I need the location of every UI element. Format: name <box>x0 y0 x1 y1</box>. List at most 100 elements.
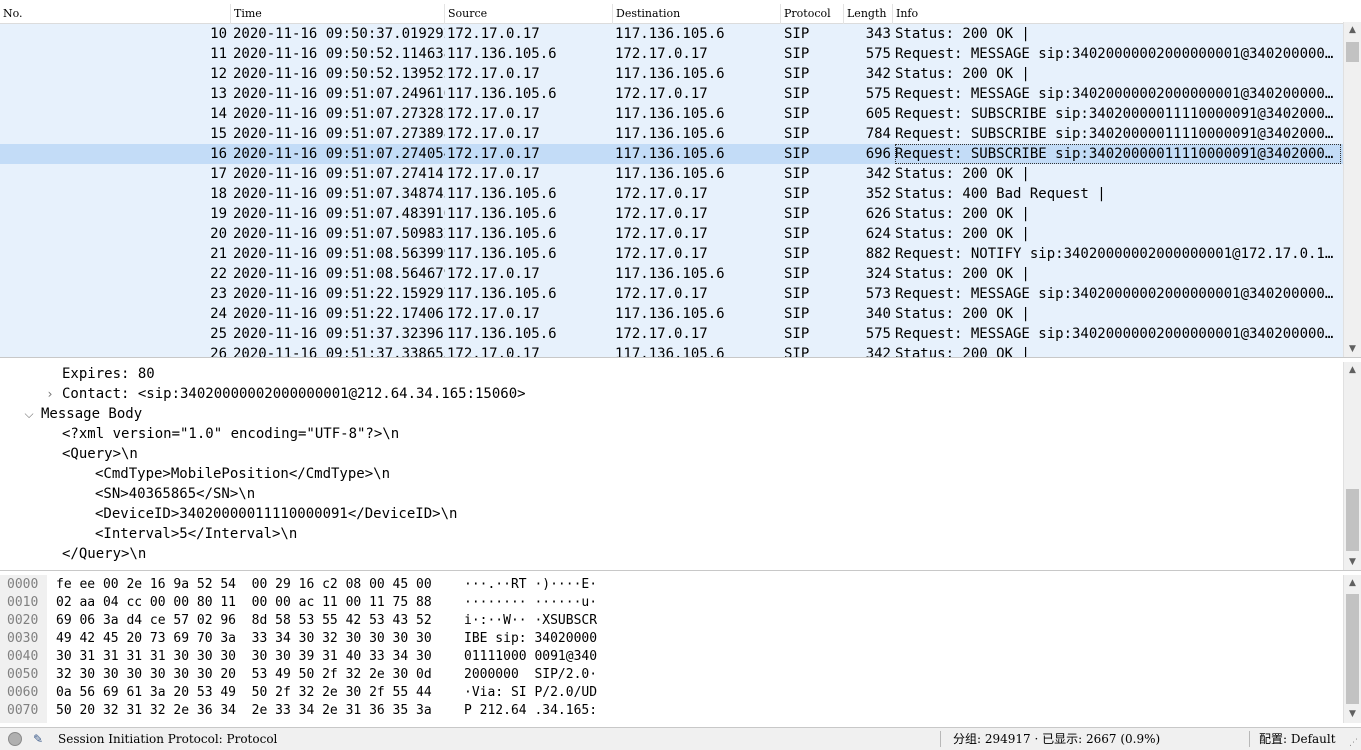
byte-offset[interactable]: 0060 <box>7 684 38 702</box>
scroll-down-arrow-icon[interactable]: ▼ <box>1344 554 1361 570</box>
packet-no: 21 <box>210 246 227 262</box>
bytes-scrollbar[interactable]: ▲ ▼ <box>1343 575 1361 723</box>
packet-time: 2020-11-16 09:51:37.323961 <box>233 326 445 342</box>
byte-hex[interactable]: 32 30 30 30 30 30 30 20 53 49 50 2f 32 2… <box>56 666 432 684</box>
packet-destination: 172.17.0.17 <box>615 46 708 62</box>
scroll-thumb[interactable] <box>1346 489 1359 551</box>
byte-hex[interactable]: 50 20 32 31 32 2e 36 34 2e 33 34 2e 31 3… <box>56 702 432 720</box>
table-row[interactable]: 21 2020-11-16 09:51:08.563999 117.136.105.… <box>0 244 1343 264</box>
table-row[interactable]: 19 2020-11-16 09:51:07.483910 117.136.105.… <box>0 204 1343 224</box>
scroll-thumb[interactable] <box>1346 42 1359 62</box>
byte-ascii[interactable]: 01111000 0091@340 <box>464 648 597 666</box>
table-row[interactable]: 13 2020-11-16 09:51:07.249610 117.136.105.… <box>0 84 1343 104</box>
table-row[interactable]: 26 2020-11-16 09:51:37.338655 172.17.0.17 1… <box>0 344 1343 358</box>
scroll-up-arrow-icon[interactable]: ▲ <box>1344 22 1361 39</box>
column-header-info[interactable]: Info <box>893 4 1343 24</box>
packet-destination: 172.17.0.17 <box>615 286 708 302</box>
packet-list-header: No. Time Source Destination Protocol Len… <box>0 4 1343 24</box>
packet-length: 575 <box>865 326 891 342</box>
byte-hex[interactable]: 69 06 3a d4 ce 57 02 96 8d 58 53 55 42 5… <box>56 612 432 630</box>
packet-info: Status: 200 OK | <box>895 346 1030 358</box>
byte-offset[interactable]: 0020 <box>7 612 38 630</box>
packet-info: Status: 200 OK | <box>895 266 1030 282</box>
byte-ascii[interactable]: P 212.64 .34.165: <box>464 702 597 720</box>
byte-hex[interactable]: 49 42 45 20 73 69 70 3a 33 34 30 32 30 3… <box>56 630 432 648</box>
scroll-thumb[interactable] <box>1346 594 1359 704</box>
scroll-down-arrow-icon[interactable]: ▼ <box>1344 706 1361 723</box>
byte-offset[interactable]: 0050 <box>7 666 38 684</box>
byte-hex[interactable]: 0a 56 69 61 3a 20 53 49 50 2f 32 2e 30 2… <box>56 684 432 702</box>
detail-tree-item[interactable]: </Query>\n <box>62 544 146 564</box>
byte-offset[interactable]: 0070 <box>7 702 38 720</box>
scroll-down-arrow-icon[interactable]: ▼ <box>1344 341 1361 357</box>
detail-tree-item[interactable]: <SN>40365865</SN>\n <box>95 484 255 504</box>
byte-ascii[interactable]: ·Via: SI P/2.0/UD <box>464 684 597 702</box>
column-header-protocol[interactable]: Protocol <box>781 4 844 24</box>
detail-tree-item[interactable]: Expires: 80 <box>62 364 155 384</box>
detail-tree-item[interactable]: <Interval>5</Interval>\n <box>95 524 297 544</box>
packet-source: 117.136.105.6 <box>447 246 557 262</box>
scroll-up-arrow-icon[interactable]: ▲ <box>1344 575 1361 592</box>
table-row[interactable]: 11 2020-11-16 09:50:52.114638 117.136.105.… <box>0 44 1343 64</box>
byte-hex[interactable]: 02 aa 04 cc 00 00 80 11 00 00 ac 11 00 1… <box>56 594 432 612</box>
packet-destination: 117.136.105.6 <box>615 266 725 282</box>
details-scrollbar[interactable]: ▲ ▼ <box>1343 362 1361 570</box>
packet-details-pane[interactable]: Expires: 80 › Contact: <sip:34020000002000… <box>0 362 1361 571</box>
table-row[interactable]: 14 2020-11-16 09:51:07.273282 172.17.0.17 1… <box>0 104 1343 124</box>
byte-offset[interactable]: 0010 <box>7 594 38 612</box>
chevron-right-icon[interactable]: › <box>44 384 56 404</box>
packet-destination: 117.136.105.6 <box>615 26 725 42</box>
table-row[interactable]: 24 2020-11-16 09:51:22.174061 172.17.0.17 1… <box>0 304 1343 324</box>
packet-protocol: SIP <box>784 166 810 182</box>
packet-list-scrollbar[interactable]: ▲ ▼ <box>1343 22 1361 357</box>
scroll-up-arrow-icon[interactable]: ▲ <box>1344 362 1361 379</box>
resize-grip-icon[interactable]: ⋰ <box>1349 738 1359 748</box>
detail-tree-item[interactable]: <Query>\n <box>62 444 138 464</box>
packet-info: Request: MESSAGE sip:3402000000200000000… <box>895 326 1341 342</box>
byte-ascii[interactable]: ···.··RT ·)····E· <box>464 576 597 594</box>
byte-ascii[interactable]: i·:··W·· ·XSUBSCR <box>464 612 597 630</box>
table-row[interactable]: 15 2020-11-16 09:51:07.273898 172.17.0.17 1… <box>0 124 1343 144</box>
packet-protocol: SIP <box>784 306 810 322</box>
detail-tree-item[interactable]: <CmdType>MobilePosition</CmdType>\n <box>95 464 390 484</box>
capture-comment-icon[interactable]: ✎ <box>30 731 46 747</box>
packet-info: Status: 200 OK | <box>895 66 1030 82</box>
table-row[interactable]: 20 2020-11-16 09:51:07.509832 117.136.105.… <box>0 224 1343 244</box>
table-row[interactable]: 10 2020-11-16 09:50:37.019292 172.17.0.17 1… <box>0 24 1343 44</box>
table-row-selected[interactable]: 16 2020-11-16 09:51:07.274054 172.17.0.17 1… <box>0 144 1343 164</box>
status-profile[interactable]: 配置: Default <box>1259 728 1336 750</box>
table-row[interactable]: 25 2020-11-16 09:51:37.323961 117.136.105.… <box>0 324 1343 344</box>
table-row[interactable]: 22 2020-11-16 09:51:08.564679 172.17.0.17 1… <box>0 264 1343 284</box>
detail-tree-item[interactable]: Message Body <box>41 404 142 424</box>
byte-offset[interactable]: 0030 <box>7 630 38 648</box>
status-protocol-text: Session Initiation Protocol: Protocol <box>58 732 278 746</box>
table-row[interactable]: 12 2020-11-16 09:50:52.139525 172.17.0.17 1… <box>0 64 1343 84</box>
expert-info-icon[interactable] <box>8 732 22 746</box>
column-header-destination[interactable]: Destination <box>613 4 781 24</box>
byte-row: 0040 30 31 31 31 31 30 30 30 30 30 39 31 … <box>0 648 1340 666</box>
table-row[interactable]: 23 2020-11-16 09:51:22.159297 117.136.105.… <box>0 284 1343 304</box>
detail-tree-item[interactable]: <DeviceID>34020000011110000091</DeviceID… <box>95 504 457 524</box>
column-header-length[interactable]: Length <box>844 4 893 24</box>
column-header-no[interactable]: No. <box>0 4 231 24</box>
byte-ascii[interactable]: 2000000 SIP/2.0· <box>464 666 597 684</box>
packet-time: 2020-11-16 09:51:07.273898 <box>233 126 445 142</box>
byte-hex[interactable]: 30 31 31 31 31 30 30 30 30 30 39 31 40 3… <box>56 648 432 666</box>
table-row[interactable]: 18 2020-11-16 09:51:07.348745 117.136.105.… <box>0 184 1343 204</box>
byte-row: 0010 02 aa 04 cc 00 00 80 11 00 00 ac 11 … <box>0 594 1340 612</box>
packet-bytes-pane[interactable]: 0000 fe ee 00 2e 16 9a 52 54 00 29 16 c2 … <box>0 575 1361 723</box>
packet-time: 2020-11-16 09:51:08.563999 <box>233 246 445 262</box>
packet-info: Request: SUBSCRIBE sip:34020000011110000… <box>895 126 1341 142</box>
chevron-down-icon[interactable]: ⌵ <box>23 404 35 424</box>
byte-hex[interactable]: fe ee 00 2e 16 9a 52 54 00 29 16 c2 08 0… <box>56 576 432 594</box>
byte-offset[interactable]: 0000 <box>7 576 38 594</box>
byte-offset[interactable]: 0040 <box>7 648 38 666</box>
byte-ascii[interactable]: ········ ······u· <box>464 594 597 612</box>
detail-tree-item[interactable]: Contact: <sip:34020000002000000001@212.6… <box>62 384 526 404</box>
column-header-source[interactable]: Source <box>445 4 613 24</box>
table-row[interactable]: 17 2020-11-16 09:51:07.274141 172.17.0.17 1… <box>0 164 1343 184</box>
byte-ascii[interactable]: IBE sip: 34020000 <box>464 630 597 648</box>
column-header-time[interactable]: Time <box>231 4 445 24</box>
detail-tree-item[interactable]: <?xml version="1.0" encoding="UTF-8"?>\n <box>62 424 399 444</box>
packet-list[interactable]: No. Time Source Destination Protocol Len… <box>0 0 1361 358</box>
